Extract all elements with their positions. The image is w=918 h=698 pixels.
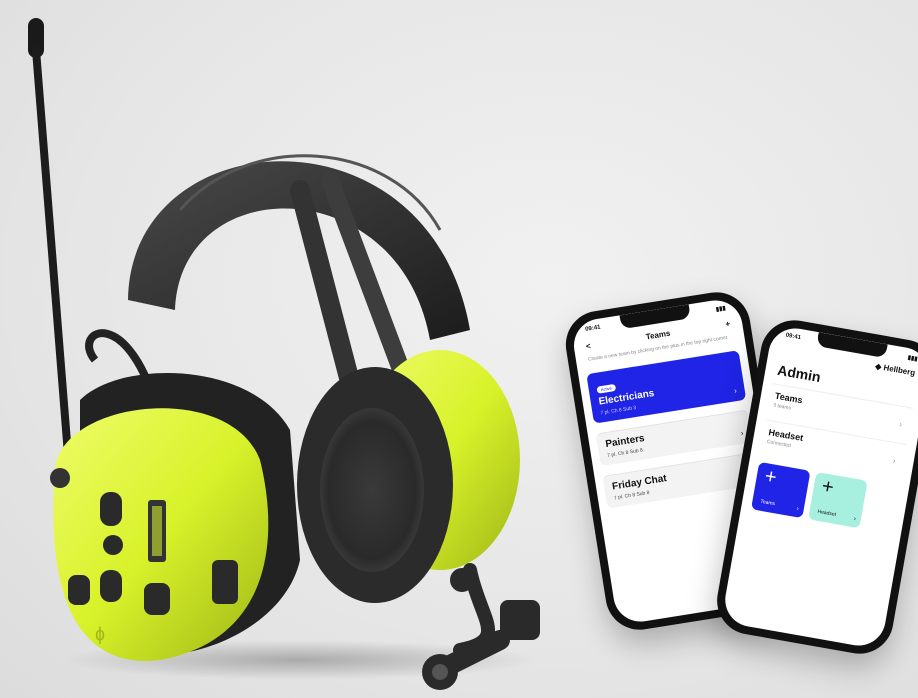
- add-team-button[interactable]: +: [725, 319, 731, 329]
- active-badge: Active: [596, 383, 617, 394]
- tile-label: Teams: [759, 498, 776, 508]
- right-button: [144, 583, 170, 615]
- down-button: [100, 570, 122, 602]
- chevron-right-icon: ›: [739, 427, 745, 438]
- microphone-boom: [422, 563, 540, 690]
- chevron-right-icon: ›: [733, 385, 738, 395]
- right-ear-cup: [297, 350, 520, 603]
- chevron-right-icon: ›: [853, 516, 857, 523]
- teams-title: Teams: [645, 328, 671, 342]
- center-button: [103, 535, 123, 555]
- speaker-grille: [212, 560, 238, 604]
- product-photo: ɸ 09:41 ▮▮▮ < Teams + Create a new team …: [0, 0, 918, 698]
- chevron-right-icon: ›: [796, 506, 800, 513]
- tile-label: Headset: [817, 508, 837, 518]
- plus-icon: +: [763, 465, 779, 489]
- antenna: [28, 18, 74, 484]
- left-ear-cup: ɸ: [50, 372, 300, 661]
- plus-icon: +: [820, 475, 836, 499]
- left-button: [68, 575, 90, 605]
- brand-mark-icon: ɸ: [95, 624, 105, 644]
- up-button: [100, 492, 122, 526]
- signal-icon: ▮▮▮: [907, 355, 918, 363]
- add-headset-tile[interactable]: + Headset ›: [808, 471, 868, 529]
- add-team-tile[interactable]: + Teams ›: [751, 461, 811, 519]
- back-button[interactable]: <: [585, 341, 591, 351]
